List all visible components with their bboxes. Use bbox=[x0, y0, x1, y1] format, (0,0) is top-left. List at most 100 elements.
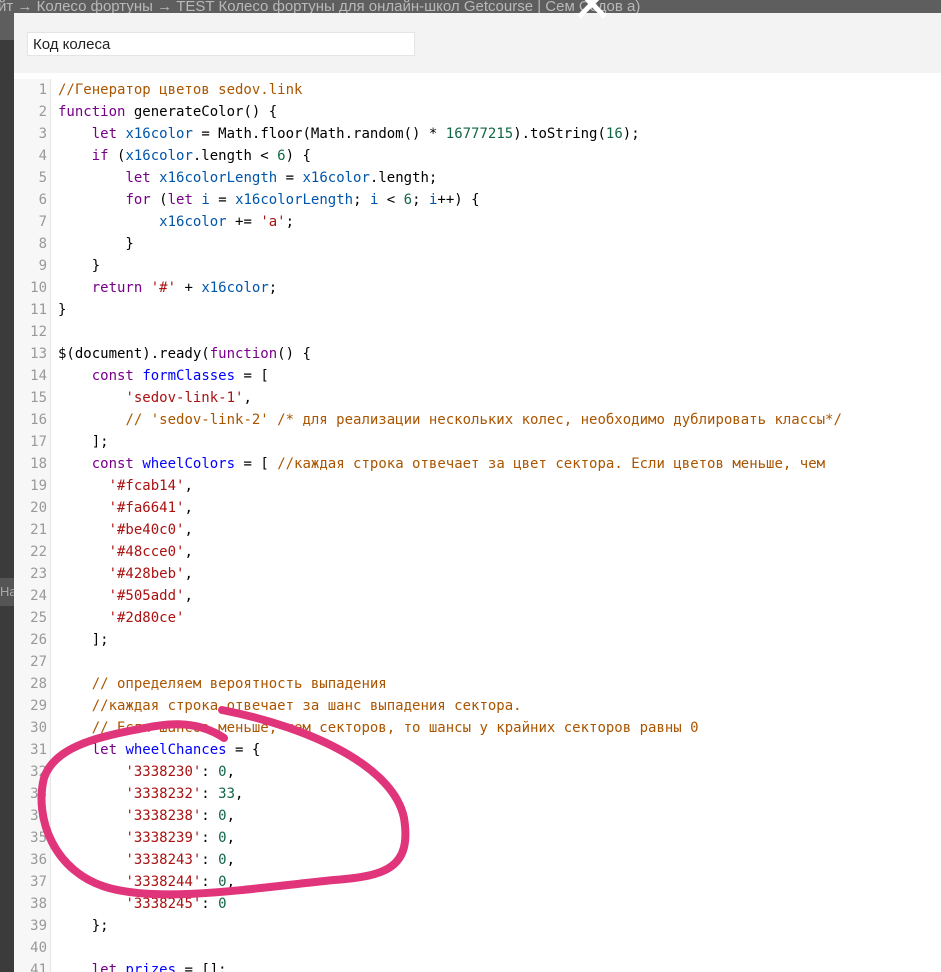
line-number: 18 bbox=[30, 456, 47, 472]
line-number: 4 bbox=[38, 148, 47, 164]
code-text: '#be40c0', bbox=[58, 519, 193, 541]
line-number: 5 bbox=[38, 170, 47, 186]
code-token: , bbox=[226, 830, 236, 846]
code-line: 29 //каждая строка отвечает за шанс выпа… bbox=[14, 695, 941, 717]
code-token: , bbox=[184, 588, 193, 604]
code-token: = [ bbox=[235, 456, 278, 472]
code-token: = []; bbox=[176, 962, 227, 972]
wheel-code-name-input[interactable] bbox=[27, 32, 415, 56]
code-token: '#' bbox=[150, 280, 177, 296]
line-number: 31 bbox=[30, 742, 47, 758]
code-token: let bbox=[91, 126, 118, 142]
code-token: '#428beb' bbox=[108, 566, 185, 582]
code-token: ).toString( bbox=[513, 126, 606, 142]
code-line: 36 '3338243': 0, bbox=[14, 849, 941, 871]
close-icon[interactable]: ✕ bbox=[571, 0, 613, 31]
code-token: return bbox=[91, 280, 143, 296]
code-token: // Если шансов меньше, чем секторов, то … bbox=[91, 720, 699, 736]
line-number: 22 bbox=[30, 544, 47, 560]
code-text: // определяем вероятность выпадения bbox=[58, 673, 387, 695]
code-line: 8 } bbox=[14, 233, 941, 255]
code-token: : bbox=[201, 874, 219, 890]
code-token: , bbox=[226, 764, 236, 780]
code-line: 3 let x16color = Math.floor(Math.random(… bbox=[14, 123, 941, 145]
line-number: 13 bbox=[30, 346, 47, 362]
code-text: let prizes = []; bbox=[58, 959, 227, 972]
line-number: 27 bbox=[30, 654, 47, 670]
line-number: 21 bbox=[30, 522, 47, 538]
code-line: 30 // Если шансов меньше, чем секторов, … bbox=[14, 717, 941, 739]
code-token: , bbox=[184, 500, 193, 516]
code-token: ); bbox=[622, 126, 640, 142]
code-editor[interactable]: 1 //Генератор цветов sedov.link 2 function … bbox=[14, 79, 941, 972]
line-number: 20 bbox=[30, 500, 47, 516]
code-token: .length < bbox=[192, 148, 278, 164]
line-number: 34 bbox=[30, 808, 47, 824]
code-token: '3338239' bbox=[125, 830, 202, 846]
code-text: '#fa6641', bbox=[58, 497, 193, 519]
code-text: '3338238': 0, bbox=[58, 805, 235, 827]
code-token: let bbox=[125, 170, 151, 186]
code-text: let wheelChances = { bbox=[58, 739, 261, 761]
code-token: : bbox=[201, 852, 219, 868]
code-token: , bbox=[226, 808, 236, 824]
code-token: 0 bbox=[218, 874, 227, 890]
code-token: } bbox=[58, 258, 101, 274]
code-token: let bbox=[91, 962, 118, 972]
code-token: formClasses bbox=[142, 368, 236, 384]
code-token: }; bbox=[58, 918, 109, 934]
code-line: 5 let x16colorLength = x16color.length; bbox=[14, 167, 941, 189]
code-line: 6 for (let i = x16colorLength; i < 6; i+… bbox=[14, 189, 941, 211]
line-number: 12 bbox=[30, 324, 47, 340]
code-line: 17 ]; bbox=[14, 431, 941, 453]
code-token: , bbox=[226, 852, 236, 868]
code-token: , bbox=[184, 478, 193, 494]
code-token: 'sedov-link-1' bbox=[125, 390, 244, 406]
line-number: 40 bbox=[30, 940, 47, 956]
code-token: ( bbox=[108, 148, 126, 164]
line-number: 14 bbox=[30, 368, 47, 384]
code-token: } bbox=[58, 236, 134, 252]
code-token: = { bbox=[226, 742, 261, 758]
code-token: wheelChances bbox=[125, 742, 227, 758]
code-token: $(document).ready( bbox=[58, 346, 210, 362]
code-token: prizes bbox=[125, 962, 177, 972]
line-number: 41 bbox=[30, 962, 47, 972]
code-text: 'sedov-link-1', bbox=[58, 387, 251, 409]
code-text: for (let i = x16colorLength; i < 6; i++)… bbox=[58, 189, 479, 211]
code-line: 32 '3338230': 0, bbox=[14, 761, 941, 783]
code-line: 4 if (x16color.length < 6) { bbox=[14, 145, 941, 167]
code-token: '#fcab14' bbox=[108, 478, 185, 494]
line-number: 39 bbox=[30, 918, 47, 934]
code-line: 7 x16color += 'a'; bbox=[14, 211, 941, 233]
code-text: const formClasses = [ bbox=[58, 365, 269, 387]
line-number: 36 bbox=[30, 852, 47, 868]
code-token: ( bbox=[150, 192, 168, 208]
code-text: '#2d80ce' bbox=[58, 607, 185, 629]
code-token: '3338230' bbox=[125, 764, 202, 780]
code-token: 0 bbox=[218, 808, 227, 824]
code-text: '#428beb', bbox=[58, 563, 193, 585]
background-side-label: На bbox=[0, 578, 14, 606]
line-number: 6 bbox=[38, 192, 47, 208]
code-text: $(document).ready(function() { bbox=[58, 343, 311, 365]
code-token: x16color bbox=[125, 126, 193, 142]
line-number: 35 bbox=[30, 830, 47, 846]
code-text: '3338230': 0, bbox=[58, 761, 235, 783]
line-number: 30 bbox=[30, 720, 47, 736]
line-number: 37 bbox=[30, 874, 47, 890]
code-token: x16color bbox=[125, 148, 193, 164]
code-lines: 1 //Генератор цветов sedov.link 2 function … bbox=[14, 79, 941, 972]
code-token: : bbox=[201, 830, 219, 846]
